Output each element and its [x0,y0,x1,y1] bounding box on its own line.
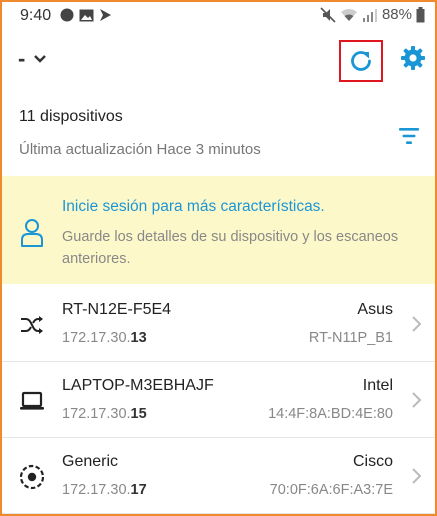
mute-icon [320,6,336,23]
last-update-text: Última actualización Hace 3 minutos [19,141,261,158]
generic-device-icon [19,464,45,490]
compass-icon [60,8,74,22]
chevron-down-icon [34,55,47,63]
device-row[interactable]: RT-N12E-F5E4 172.17.30.13 Asus RT-N11P_B… [2,286,435,362]
chevron-right-icon [412,392,422,408]
device-name: Generic [62,453,119,470]
device-ip: 172.17.30.13 [62,330,147,346]
device-detail: 70:0F:6A:6F:A3:7E [269,482,393,498]
laptop-icon [19,388,45,414]
scan-summary: 11 dispositivos Última actualización Hac… [2,102,435,172]
chevron-right-icon [412,468,422,484]
refresh-button[interactable] [339,40,383,82]
device-list: RT-N12E-F5E4 172.17.30.13 Asus RT-N11P_B… [2,286,435,514]
play-flag-icon [100,9,111,21]
status-bar: 9:40 88% [2,2,435,30]
settings-button[interactable] [397,42,429,74]
device-name: RT-N12E-F5E4 [62,301,172,318]
wifi-icon [340,8,357,21]
battery-percent: 88% [381,6,412,23]
gear-icon [401,46,425,70]
banner-body: Guarde los detalles de su dispositivo y … [62,229,399,267]
device-vendor: Cisco [352,453,393,470]
chevron-right-icon [412,316,422,332]
login-banner[interactable]: Inicie sesión para más características. … [2,176,435,284]
app-bar: - [2,30,435,86]
user-icon [21,219,43,247]
device-row[interactable]: Generic 172.17.30.17 Cisco 70:0F:6A:6F:A… [2,438,435,514]
banner-title: Inicie sesión para más características. [62,198,325,215]
filter-icon [399,128,419,144]
network-name: - [18,46,26,71]
device-vendor: Intel [362,377,393,394]
app-frame: 9:40 88% - 11 dispositivos Última actual… [0,0,437,516]
device-name: LAPTOP-M3EBHAJF [62,377,214,394]
system-icons: 88% [320,6,425,23]
device-count: 11 dispositivos [19,108,123,125]
device-vendor: Asus [357,301,393,318]
battery-icon [416,6,425,22]
refresh-icon [351,51,371,71]
filter-button[interactable] [395,122,423,150]
router-shuffle-icon [19,312,45,338]
image-icon [79,9,94,21]
device-row[interactable]: LAPTOP-M3EBHAJF 172.17.30.15 Intel 14:4F… [2,362,435,438]
device-ip: 172.17.30.17 [62,482,147,498]
status-time: 9:40 [20,7,52,24]
device-detail: RT-N11P_B1 [308,330,393,346]
device-ip: 172.17.30.15 [62,406,147,422]
notification-icons [60,8,112,22]
signal-icon [362,8,377,22]
device-detail: 14:4F:8A:BD:4E:80 [268,406,393,422]
network-selector[interactable]: - [18,46,47,72]
